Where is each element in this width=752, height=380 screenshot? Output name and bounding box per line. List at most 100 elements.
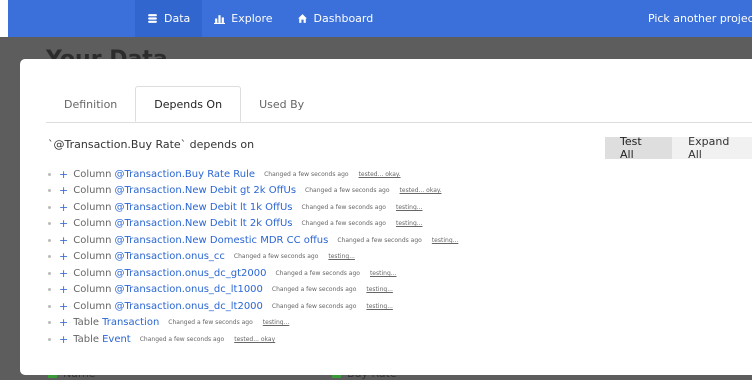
dependency-test-status[interactable]: testing... <box>432 237 459 244</box>
dependency-test-status[interactable]: testing... <box>370 270 397 277</box>
dependency-item: + Table Event Changed a few seconds ago test… <box>48 331 458 348</box>
tab-used-by[interactable]: Used By <box>241 86 322 122</box>
bullet-icon <box>48 205 51 209</box>
dependency-test-status[interactable]: testing... <box>396 204 423 211</box>
dependency-kind: Column <box>73 185 112 197</box>
dependency-item: + Column @Transaction.onus_dc_lt1000 Change… <box>48 282 458 299</box>
nav-data[interactable]: Data <box>135 0 203 37</box>
dependency-kind: Column <box>73 251 112 263</box>
dependency-item: + Column @Transaction.New Domestic MDR CC … <box>48 232 458 249</box>
dependency-changed: Changed a few seconds ago <box>301 203 386 211</box>
dependency-kind: Column <box>73 201 112 213</box>
tab-depends-on[interactable]: Depends On <box>135 86 242 122</box>
dependency-test-status[interactable]: tested... okay. <box>400 187 442 194</box>
dependency-name-link[interactable]: @Transaction.onus_cc <box>115 251 225 262</box>
expand-plus-icon[interactable]: + <box>59 300 68 313</box>
expand-all-button[interactable]: Expand All <box>672 135 752 161</box>
dependency-item: + Column @Transaction.New Debit gt 2k OffU… <box>48 183 458 200</box>
dependency-list: + Column @Transaction.Buy Rate Rule Changed… <box>48 166 458 348</box>
dependency-test-status[interactable]: testing... <box>366 303 393 310</box>
dependency-name-link[interactable]: Transaction <box>102 317 159 328</box>
dependency-changed: Changed a few seconds ago <box>271 302 357 310</box>
main-nav: Data Explore Dashboard <box>135 0 385 37</box>
dependency-name-link[interactable]: @Transaction.New Debit lt 2k OffUs <box>115 218 293 229</box>
nav-dashboard[interactable]: Dashboard <box>285 0 386 37</box>
dependency-name-link[interactable]: @Transaction.New Domestic MDR CC offus <box>115 235 329 246</box>
tab-definition[interactable]: Definition <box>46 86 135 122</box>
expand-plus-icon[interactable]: + <box>59 316 68 329</box>
action-buttons: Test All Expand All <box>605 135 752 161</box>
dependency-modal: Definition Depends On Used By `@Transact… <box>20 59 752 375</box>
expand-plus-icon[interactable]: + <box>59 333 68 346</box>
dependency-changed: Changed a few seconds ago <box>233 253 319 261</box>
expand-plus-icon[interactable]: + <box>59 283 68 296</box>
dependency-item: + Column @Transaction.Buy Rate Rule Changed… <box>48 166 458 183</box>
tab-divider <box>46 122 752 123</box>
depends-heading: `@Transaction.Buy Rate` depends on <box>48 138 255 151</box>
database-icon <box>148 14 157 23</box>
dependency-changed: Changed a few seconds ago <box>271 286 357 294</box>
dependency-test-status[interactable]: testing... <box>396 220 423 227</box>
bullet-icon <box>48 337 51 341</box>
dependency-kind: Table <box>73 317 100 329</box>
dependency-kind: Column <box>73 234 112 246</box>
dependency-item: + Table Transaction Changed a few seconds a… <box>48 315 458 332</box>
dependency-changed: Changed a few seconds ago <box>275 269 360 277</box>
test-all-button[interactable]: Test All <box>605 135 673 161</box>
expand-plus-icon[interactable]: + <box>59 267 68 280</box>
expand-plus-icon[interactable]: + <box>59 217 68 230</box>
dependency-changed: Changed a few seconds ago <box>305 187 390 195</box>
modal-tabs: Definition Depends On Used By <box>46 86 322 122</box>
dependency-test-status[interactable]: tested... okay. <box>359 171 401 178</box>
dependency-kind: Column <box>73 168 112 180</box>
dependency-name-link[interactable]: @Transaction.onus_dc_gt2000 <box>115 268 267 279</box>
dependency-kind: Column <box>73 267 112 279</box>
dependency-item: + Column @Transaction.onus_cc Changed a few… <box>48 249 458 266</box>
dependency-kind: Table <box>73 333 100 345</box>
dependency-item: + Column @Transaction.New Debit lt 2k OffU… <box>48 216 458 233</box>
dependency-name-link[interactable]: @Transaction.onus_dc_lt1000 <box>115 284 263 295</box>
bullet-icon <box>48 189 51 193</box>
dependency-test-status[interactable]: testing... <box>263 319 290 326</box>
dependency-name-link[interactable]: Event <box>102 334 131 345</box>
dependency-test-status[interactable]: testing... <box>366 286 393 293</box>
dependency-changed: Changed a few seconds ago <box>337 236 422 244</box>
dependency-test-status[interactable]: testing... <box>328 253 355 260</box>
nav-explore-label: Explore <box>231 12 273 25</box>
navbar-left-edge <box>0 0 8 37</box>
bullet-icon <box>48 304 51 308</box>
top-navbar: Data Explore Dashboard Pick another proj… <box>0 0 752 37</box>
nav-dashboard-label: Dashboard <box>313 12 374 25</box>
bullet-icon <box>48 321 51 325</box>
bullet-icon <box>48 172 51 176</box>
dependency-kind: Column <box>73 218 112 230</box>
home-icon <box>297 14 307 23</box>
dependency-name-link[interactable]: @Transaction.New Debit lt 1k OffUs <box>115 202 293 213</box>
bullet-icon <box>48 271 51 275</box>
bullet-icon <box>48 288 51 292</box>
dependency-test-status[interactable]: tested... okay <box>234 336 275 343</box>
nav-data-label: Data <box>164 12 191 25</box>
dependency-item: + Column @Transaction.onus_dc_gt2000 Change… <box>48 265 458 282</box>
dependency-changed: Changed a few seconds ago <box>264 170 349 178</box>
pick-project-link[interactable]: Pick another project <box>648 0 752 37</box>
bullet-icon <box>48 222 51 226</box>
expand-plus-icon[interactable]: + <box>59 184 68 197</box>
dependency-changed: Changed a few seconds ago <box>301 220 386 228</box>
expand-plus-icon[interactable]: + <box>59 234 68 247</box>
dependency-changed: Changed a few seconds ago <box>139 335 225 343</box>
bullet-icon <box>48 255 51 259</box>
nav-explore[interactable]: Explore <box>202 0 284 37</box>
expand-plus-icon[interactable]: + <box>59 201 68 214</box>
bar-chart-icon <box>214 15 226 24</box>
dependency-kind: Column <box>73 284 112 296</box>
expand-plus-icon[interactable]: + <box>59 168 68 181</box>
dependency-item: + Column @Transaction.New Debit lt 1k OffU… <box>48 199 458 216</box>
dependency-item: + Column @Transaction.onus_dc_lt2000 Change… <box>48 298 458 315</box>
dependency-kind: Column <box>73 300 112 312</box>
dependency-name-link[interactable]: @Transaction.Buy Rate Rule <box>115 169 256 180</box>
dependency-name-link[interactable]: @Transaction.New Debit gt 2k OffUs <box>115 185 297 196</box>
dependency-changed: Changed a few seconds ago <box>168 319 253 327</box>
dependency-name-link[interactable]: @Transaction.onus_dc_lt2000 <box>115 301 263 312</box>
expand-plus-icon[interactable]: + <box>59 250 68 263</box>
